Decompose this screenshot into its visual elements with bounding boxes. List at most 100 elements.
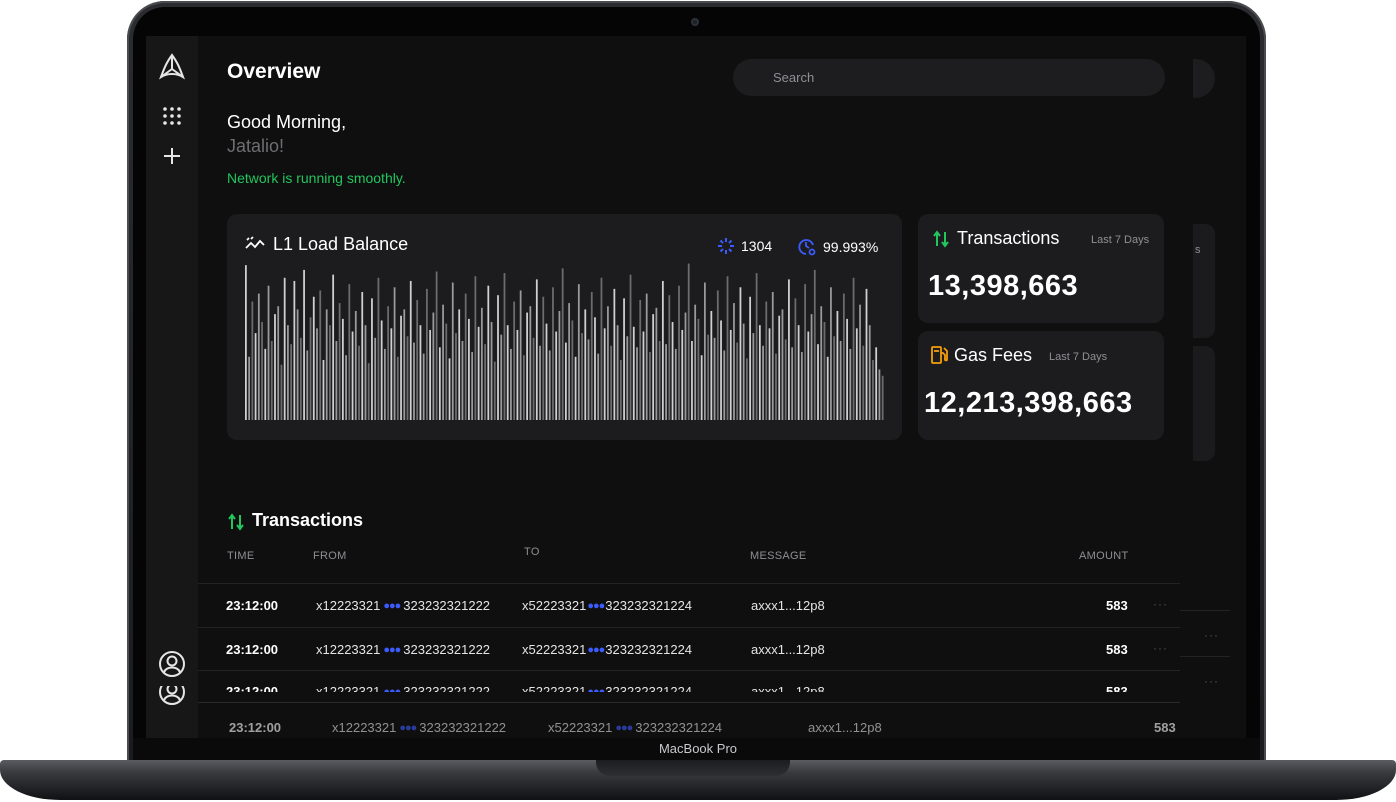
load-bar xyxy=(668,295,671,420)
table-row[interactable]: 23:12:00 x12223321 ●●● 323232321222 x52223… xyxy=(146,718,1246,738)
row-to[interactable]: x52223321●●●323232321224 xyxy=(522,598,692,613)
load-bar xyxy=(865,288,868,420)
load-bar xyxy=(584,309,587,420)
load-bar xyxy=(878,369,881,420)
load-bar xyxy=(697,318,700,420)
load-bar xyxy=(655,307,658,420)
load-bar xyxy=(406,336,409,420)
load-balance-title: L1 Load Balance xyxy=(273,234,409,254)
load-bar xyxy=(332,274,335,420)
table-divider xyxy=(198,583,1180,584)
load-bar xyxy=(649,352,651,420)
to-suffix: 323232321224 xyxy=(605,684,693,692)
gas-fees-value: 12,213,398,663 xyxy=(924,387,1133,419)
load-bar xyxy=(380,320,383,420)
gas-fees-card[interactable]: Gas Fees Last 7 Days 12,213,398,663 xyxy=(918,331,1164,440)
to-prefix: x52223321 xyxy=(522,684,587,692)
load-bar xyxy=(713,337,716,420)
loader-icon xyxy=(718,238,734,254)
load-bar xyxy=(319,290,322,420)
load-bar xyxy=(852,277,855,420)
gas-fees-period: Last 7 Days xyxy=(1049,351,1108,363)
nodes-stat: 1304 xyxy=(717,237,772,255)
user-icon[interactable] xyxy=(158,650,186,678)
search-input[interactable]: Search xyxy=(733,59,1165,96)
load-bar xyxy=(804,284,806,420)
load-bar xyxy=(574,356,577,420)
load-bar xyxy=(639,299,642,420)
row-from[interactable]: x12223321 ●●● 323232321222 xyxy=(316,598,490,613)
col-to[interactable]: TO xyxy=(524,546,540,558)
load-bar xyxy=(522,355,525,420)
col-from[interactable]: FROM xyxy=(313,550,347,562)
load-bar xyxy=(296,309,299,420)
col-time[interactable]: TIME xyxy=(227,550,254,562)
load-bar xyxy=(367,363,370,420)
to-suffix: 323232321224 xyxy=(635,720,723,735)
from-suffix: 323232321222 xyxy=(403,642,491,657)
logo-icon[interactable] xyxy=(155,51,189,85)
load-bar xyxy=(264,348,267,420)
load-bar xyxy=(435,271,438,420)
row-to[interactable]: x52223321●●●323232321224 xyxy=(548,720,722,735)
to-prefix: x52223321 xyxy=(522,642,587,657)
more-icon[interactable]: ··· xyxy=(1153,641,1168,655)
load-bar xyxy=(510,348,512,420)
profile-button[interactable] xyxy=(1193,59,1215,98)
more-icon[interactable]: ··· xyxy=(1153,597,1168,611)
load-bar xyxy=(374,337,377,420)
load-bar xyxy=(429,329,432,420)
load-bar xyxy=(742,323,745,420)
table-row[interactable]: 23:12:00 x12223321 ●●● 323232321222 x52223… xyxy=(146,678,1246,692)
load-bar xyxy=(849,348,852,420)
load-bar xyxy=(432,312,435,420)
laptop-notch xyxy=(596,760,790,776)
load-bar xyxy=(700,355,703,420)
load-bar xyxy=(875,347,878,420)
load-bar xyxy=(354,310,357,420)
load-bar xyxy=(561,268,564,420)
load-bar xyxy=(710,310,713,420)
row-to[interactable]: x52223321●●●323232321224 xyxy=(522,642,692,657)
camera-icon xyxy=(691,18,699,26)
load-bar xyxy=(749,296,752,420)
col-message[interactable]: MESSAGE xyxy=(750,550,807,562)
grid-icon[interactable] xyxy=(160,104,184,128)
load-bar xyxy=(839,341,842,420)
load-bar xyxy=(765,301,768,420)
load-bar xyxy=(652,314,655,420)
load-bar xyxy=(788,279,790,420)
load-bar xyxy=(729,329,732,420)
plus-icon[interactable] xyxy=(160,144,184,168)
load-bar xyxy=(590,292,593,420)
col-amount[interactable]: AMOUNT xyxy=(1079,550,1128,562)
transfer-icon xyxy=(227,513,245,536)
load-bar xyxy=(377,277,380,420)
row-from[interactable]: x12223321 ●●● 323232321222 xyxy=(332,720,506,735)
peek-text: s xyxy=(1195,244,1201,256)
load-bar xyxy=(597,353,600,420)
row-message: axxx1...12p8 xyxy=(751,598,825,613)
load-bar xyxy=(707,334,709,420)
load-bar xyxy=(477,326,480,420)
row-from[interactable]: x12223321 ●●● 323232321222 xyxy=(316,642,490,657)
load-bar xyxy=(600,277,603,420)
load-bar xyxy=(316,328,318,420)
load-bar xyxy=(290,344,293,420)
load-bar xyxy=(610,345,613,420)
load-bar xyxy=(684,312,687,420)
load-bar xyxy=(752,333,755,420)
row-time: 23:12:00 xyxy=(226,642,279,657)
more-icon[interactable]: ··· xyxy=(1204,674,1219,688)
load-bar xyxy=(629,274,632,420)
load-bar xyxy=(552,287,554,420)
load-bar xyxy=(674,348,677,420)
more-icon[interactable]: ··· xyxy=(1204,628,1219,642)
row-to[interactable]: x52223321●●●323232321224 xyxy=(522,684,692,692)
load-bar xyxy=(817,344,819,420)
row-message: axxx1...12p8 xyxy=(808,720,882,735)
transactions-card[interactable]: Transactions Last 7 Days 13,398,663 xyxy=(918,214,1164,323)
row-from[interactable]: x12223321 ●●● 323232321222 xyxy=(316,684,490,692)
load-bar xyxy=(309,317,312,420)
load-bar xyxy=(842,293,845,420)
